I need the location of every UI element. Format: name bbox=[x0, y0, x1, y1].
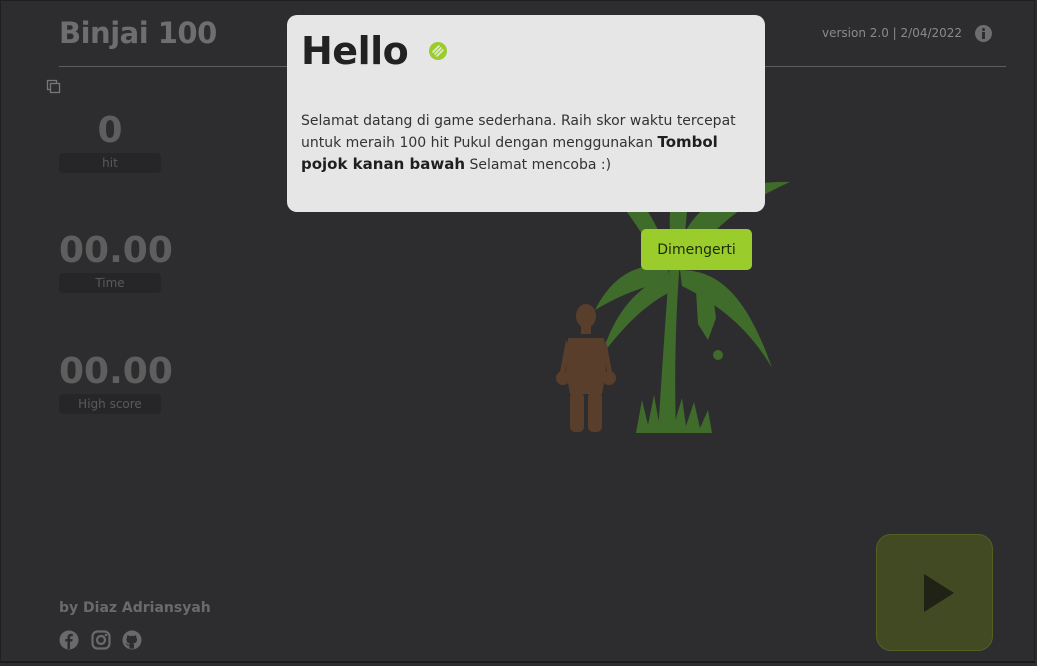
instagram-icon[interactable] bbox=[91, 630, 111, 650]
dialog-message: Selamat datang di game sederhana. Raih s… bbox=[301, 111, 753, 176]
high-score-counter: 00.00 High score bbox=[59, 351, 173, 414]
play-icon bbox=[924, 574, 954, 612]
app-title: Binjai 100 bbox=[59, 16, 217, 50]
time-value: 00.00 bbox=[59, 230, 173, 271]
copy-icon[interactable] bbox=[46, 79, 62, 95]
info-icon[interactable] bbox=[975, 25, 992, 42]
github-icon[interactable] bbox=[122, 630, 142, 650]
welcome-dialog: Hello Selamat datang di game sederhana. … bbox=[287, 15, 765, 212]
facebook-icon[interactable] bbox=[59, 630, 79, 650]
waving-hand-icon bbox=[429, 42, 448, 60]
version-label: version 2.0 | 2/04/2022 bbox=[822, 26, 963, 40]
time-counter: 00.00 Time bbox=[59, 230, 173, 293]
confirm-button[interactable]: Dimengerti bbox=[641, 229, 752, 270]
hit-counter: 0 hit bbox=[59, 111, 161, 173]
high-score-label: High score bbox=[59, 394, 161, 414]
play-button[interactable] bbox=[876, 534, 993, 651]
hit-label: hit bbox=[59, 153, 161, 173]
hit-value: 0 bbox=[97, 110, 123, 151]
dialog-message-closing: Selamat mencoba :) bbox=[465, 157, 612, 173]
boxer-character bbox=[556, 304, 616, 432]
high-score-value: 00.00 bbox=[59, 351, 173, 392]
time-label: Time bbox=[59, 273, 161, 293]
author-credit: by Diaz Adriansyah bbox=[59, 600, 211, 616]
dialog-title: Hello bbox=[301, 29, 409, 73]
